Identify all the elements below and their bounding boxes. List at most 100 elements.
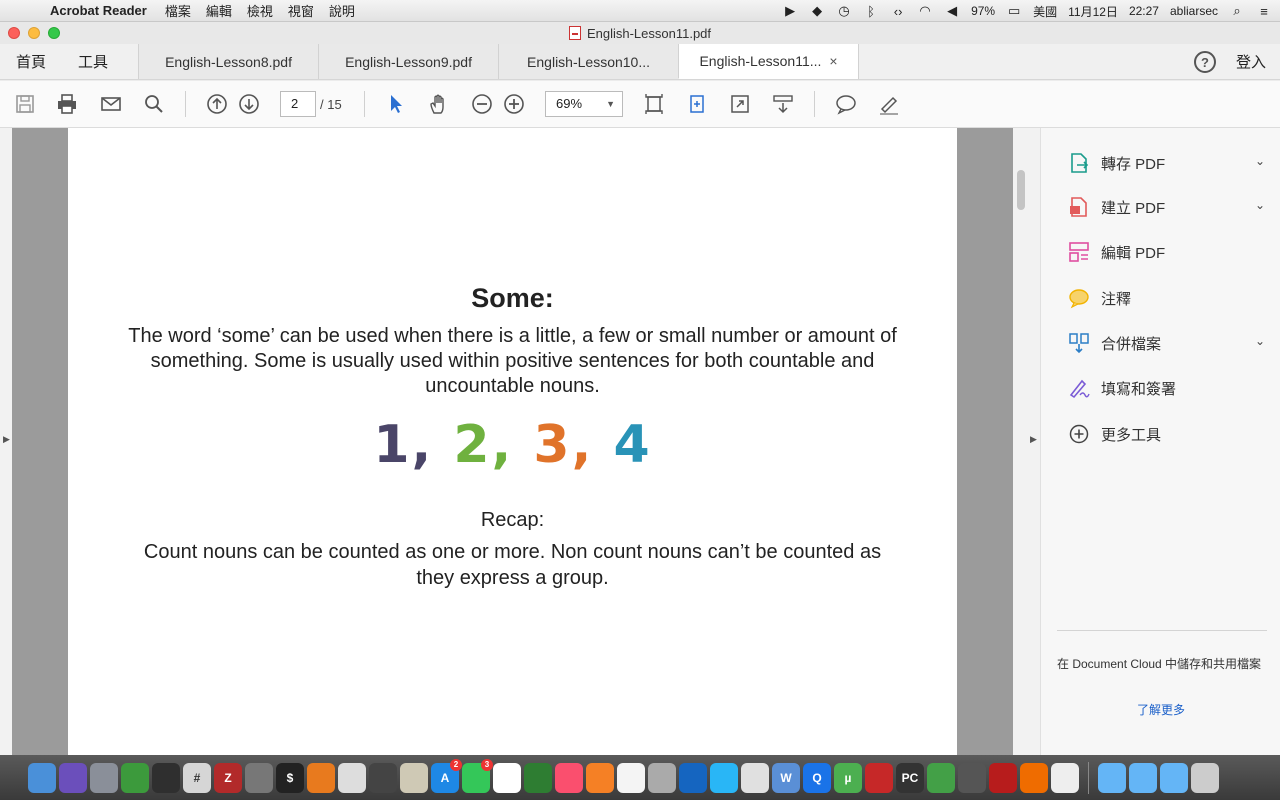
clock-date[interactable]: 11月12日 <box>1068 3 1118 20</box>
downloads-folder-icon[interactable] <box>1160 762 1188 793</box>
ibooks-icon[interactable] <box>586 762 614 793</box>
word-icon[interactable]: W <box>772 762 800 793</box>
tools-tab[interactable]: 工具 <box>62 44 138 79</box>
menu-view[interactable]: 檢視 <box>247 1 273 20</box>
slack-icon[interactable]: # <box>183 762 211 793</box>
tool-fill-sign[interactable]: 填寫和簽署 <box>1067 373 1267 403</box>
highlight-pen-icon[interactable] <box>877 92 901 116</box>
zoom-out-icon[interactable] <box>470 92 494 116</box>
spotlight-search-icon[interactable]: ⌕ <box>1229 3 1245 19</box>
system-preferences-icon[interactable] <box>245 762 273 793</box>
finder-icon[interactable] <box>28 762 56 793</box>
input-source[interactable]: 美國 <box>1033 3 1057 20</box>
email-icon[interactable] <box>99 92 123 116</box>
menu-file[interactable]: 檔案 <box>165 1 191 20</box>
dropbox-icon[interactable]: ◆ <box>809 3 825 19</box>
time-machine-icon[interactable]: ◷ <box>836 3 852 19</box>
acrobat-reader-icon[interactable] <box>989 762 1017 793</box>
close-tab-icon[interactable]: × <box>829 53 837 69</box>
filezilla-icon[interactable]: Z <box>214 762 242 793</box>
comment-icon[interactable] <box>834 92 858 116</box>
menu-help[interactable]: 說明 <box>329 1 355 20</box>
search-icon[interactable] <box>142 92 166 116</box>
full-screen-icon[interactable] <box>728 92 752 116</box>
media-player-icon[interactable] <box>369 762 397 793</box>
activity-monitor-icon[interactable] <box>152 762 180 793</box>
page-number-input[interactable]: 2 <box>280 91 316 117</box>
user-name[interactable]: abliarsec <box>1170 4 1218 18</box>
menu-edit[interactable]: 編輯 <box>206 1 232 20</box>
save-icon[interactable] <box>13 92 37 116</box>
tree-app-icon[interactable] <box>524 762 552 793</box>
facetime-icon[interactable]: 3 <box>462 758 493 793</box>
quicktime-icon[interactable]: Q <box>803 762 831 793</box>
scrolling-mode-icon[interactable] <box>771 92 795 116</box>
right-panel-toggle[interactable]: ▶ <box>1013 128 1040 755</box>
menu-window[interactable]: 視窗 <box>288 1 314 20</box>
next-page-icon[interactable] <box>237 92 261 116</box>
notification-center-icon[interactable]: ≡ <box>1256 4 1272 19</box>
clock-time[interactable]: 22:27 <box>1129 4 1159 18</box>
database-icon[interactable] <box>648 762 676 793</box>
battery-icon[interactable]: ▭ <box>1006 3 1022 19</box>
vlc-icon[interactable] <box>307 762 335 793</box>
app-name-menu[interactable]: Acrobat Reader <box>50 3 147 18</box>
siri-icon[interactable] <box>59 762 87 793</box>
launchpad-icon[interactable] <box>90 762 118 793</box>
panda-app-icon[interactable] <box>1051 762 1079 793</box>
fit-page-icon[interactable] <box>642 92 666 116</box>
hand-tool-icon[interactable] <box>427 92 451 116</box>
zoom-window-button[interactable] <box>48 27 60 39</box>
audio-app-icon[interactable] <box>865 762 893 793</box>
tool-create-pdf[interactable]: 建立 PDF ⌄ <box>1067 192 1267 222</box>
preview-icon[interactable] <box>400 762 428 793</box>
tool-edit-pdf[interactable]: 編輯 PDF <box>1067 237 1267 267</box>
chevron-down-icon[interactable]: ⌄ <box>1255 154 1265 168</box>
help-button[interactable]: ? <box>1193 51 1216 73</box>
tool-combine-files[interactable]: 合併檔案 ⌄ <box>1067 328 1267 358</box>
code-icon[interactable]: ‹› <box>890 4 906 19</box>
pages-icon[interactable] <box>1020 762 1048 793</box>
doc-tab-lesson8[interactable]: English-Lesson8.pdf <box>138 44 319 79</box>
chevron-down-icon[interactable]: ⌄ <box>1255 334 1265 348</box>
vertical-scrollbar[interactable] <box>1017 170 1025 210</box>
chevron-down-icon[interactable]: ⌄ <box>1255 198 1265 212</box>
rotate-page-icon[interactable] <box>685 92 709 116</box>
rocket-icon[interactable] <box>958 762 986 793</box>
virtualbox-icon[interactable] <box>679 762 707 793</box>
gender-app-icon[interactable] <box>338 762 366 793</box>
minimize-window-button[interactable] <box>28 27 40 39</box>
documents-folder-icon[interactable] <box>1129 762 1157 793</box>
doc-tab-lesson9[interactable]: English-Lesson9.pdf <box>318 44 499 79</box>
photos-icon[interactable] <box>617 762 645 793</box>
close-window-button[interactable] <box>8 27 20 39</box>
wifi-app-icon[interactable] <box>710 762 738 793</box>
chrome-icon[interactable] <box>493 762 521 793</box>
doc-tab-lesson11[interactable]: English-Lesson11... × <box>678 44 859 79</box>
applications-folder-icon[interactable] <box>1098 762 1126 793</box>
bluetooth-icon[interactable]: ᛒ <box>863 4 879 19</box>
tool-more-tools[interactable]: 更多工具 <box>1067 419 1267 449</box>
doc-tab-lesson10[interactable]: English-Lesson10... <box>498 44 679 79</box>
app-store-icon[interactable]: A2 <box>431 758 462 793</box>
utorrent-icon[interactable]: µ <box>834 762 862 793</box>
battery-percent[interactable]: 97% <box>971 4 995 18</box>
volume-icon[interactable]: ◀ <box>944 3 960 19</box>
document-viewport[interactable]: ▶ Some: The word ‘some’ can be used when… <box>0 128 1040 755</box>
login-button[interactable]: 登入 <box>1236 44 1266 79</box>
itunes-icon[interactable] <box>555 762 583 793</box>
play-icon[interactable]: ▶ <box>782 3 798 19</box>
learn-more-link[interactable]: 了解更多 <box>1041 701 1280 718</box>
print-icon[interactable] <box>55 92 79 116</box>
tool-export-pdf[interactable]: 轉存 PDF ⌄ <box>1067 148 1267 178</box>
zoom-in-icon[interactable] <box>502 92 526 116</box>
left-panel-toggle[interactable]: ▶ <box>0 128 12 755</box>
tool-comment[interactable]: 注釋 <box>1067 283 1267 313</box>
home-tab[interactable]: 首頁 <box>0 44 62 79</box>
wifi-icon[interactable]: ◠ <box>917 3 933 19</box>
atom-app-icon[interactable] <box>927 762 955 793</box>
trash-icon[interactable] <box>1191 762 1219 793</box>
select-cursor-icon[interactable] <box>384 92 408 116</box>
stickies-icon[interactable] <box>741 762 769 793</box>
terminal-icon[interactable]: $ <box>276 762 304 793</box>
